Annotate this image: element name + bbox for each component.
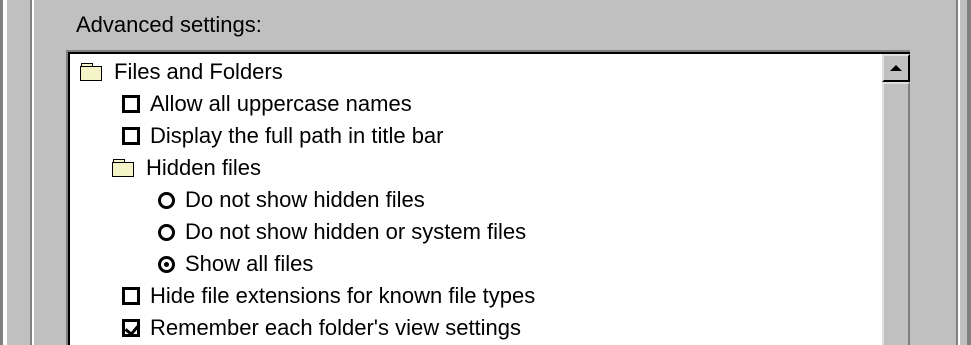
option-hide-file-extensions[interactable]: Hide file extensions for known file type… bbox=[122, 281, 535, 311]
option-label: Allow all uppercase names bbox=[150, 91, 412, 116]
groupbox-right-edge-highlight bbox=[958, 0, 960, 345]
dialog-right-border bbox=[967, 0, 971, 345]
groupbox-left-edge-highlight bbox=[32, 0, 34, 345]
option-label: Hide file extensions for known file type… bbox=[150, 283, 536, 308]
dialog-border-highlight bbox=[3, 0, 7, 345]
radio-icon[interactable] bbox=[158, 191, 175, 209]
option-label: Display the full path in title bar bbox=[150, 123, 444, 148]
checkbox-icon[interactable] bbox=[122, 127, 140, 145]
option-allow-uppercase-names[interactable]: Allow all uppercase names bbox=[122, 89, 412, 119]
option-label: Do not show hidden or system files bbox=[185, 219, 527, 244]
advanced-settings-list-inner: Files and Folders Allow all uppercase na… bbox=[68, 52, 910, 345]
scrollbar-thumb[interactable] bbox=[882, 82, 910, 345]
option-display-full-path[interactable]: Display the full path in title bar bbox=[122, 121, 444, 151]
tree-item-label: Hidden files bbox=[146, 155, 261, 180]
option-show-all-files[interactable]: Show all files bbox=[158, 249, 313, 279]
tree-item-files-and-folders[interactable]: Files and Folders bbox=[80, 57, 283, 87]
scroll-up-arrow-icon bbox=[890, 65, 902, 71]
option-do-not-show-hidden-or-system[interactable]: Do not show hidden or system files bbox=[158, 217, 526, 247]
advanced-settings-label: Advanced settings: bbox=[76, 12, 262, 37]
folder-icon bbox=[112, 158, 136, 178]
radio-selected-icon[interactable] bbox=[158, 255, 175, 273]
advanced-settings-list[interactable]: Files and Folders Allow all uppercase na… bbox=[66, 50, 910, 345]
checkbox-icon[interactable] bbox=[122, 95, 140, 113]
checkbox-checked-icon[interactable] bbox=[122, 319, 140, 337]
option-do-not-show-hidden[interactable]: Do not show hidden files bbox=[158, 185, 425, 215]
scroll-up-button[interactable] bbox=[882, 54, 910, 82]
option-label: Do not show hidden files bbox=[185, 187, 425, 212]
option-label: Remember each folder's view settings bbox=[150, 315, 522, 340]
folder-icon bbox=[80, 62, 104, 82]
tree-item-label: Files and Folders bbox=[114, 59, 283, 84]
checkbox-icon[interactable] bbox=[122, 287, 140, 305]
radio-icon[interactable] bbox=[158, 223, 175, 241]
option-label: Show all files bbox=[185, 251, 314, 276]
option-remember-folder-view[interactable]: Remember each folder's view settings bbox=[122, 313, 521, 343]
tree-item-hidden-files[interactable]: Hidden files bbox=[112, 153, 261, 183]
